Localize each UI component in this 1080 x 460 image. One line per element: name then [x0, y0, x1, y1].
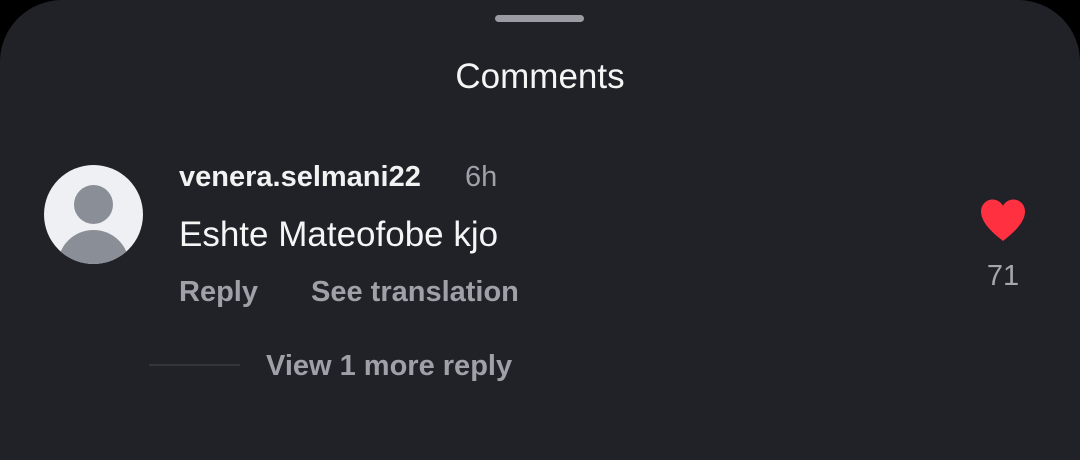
comment-username[interactable]: venera.selmani22 [179, 158, 421, 196]
like-count: 71 [986, 260, 1020, 292]
view-more-replies-button[interactable]: View 1 more reply [266, 347, 512, 385]
comment-text: Eshte Mateofobe kjo [179, 215, 499, 254]
heart-shape [981, 199, 1025, 241]
comments-sheet: Comments venera.selmani22 6h Eshte Mateo… [0, 0, 1080, 460]
see-translation-button[interactable]: See translation [311, 273, 519, 311]
replies-divider [149, 364, 240, 366]
comment-timestamp: 6h [465, 161, 498, 193]
reply-button[interactable]: Reply [179, 273, 258, 311]
heart-filled-icon[interactable] [979, 198, 1027, 242]
avatar-body-shape [58, 230, 129, 264]
avatar-head-shape [74, 185, 113, 224]
sheet-drag-handle[interactable] [495, 15, 584, 22]
sheet-title: Comments [455, 57, 625, 96]
default-avatar-icon[interactable] [44, 165, 143, 264]
